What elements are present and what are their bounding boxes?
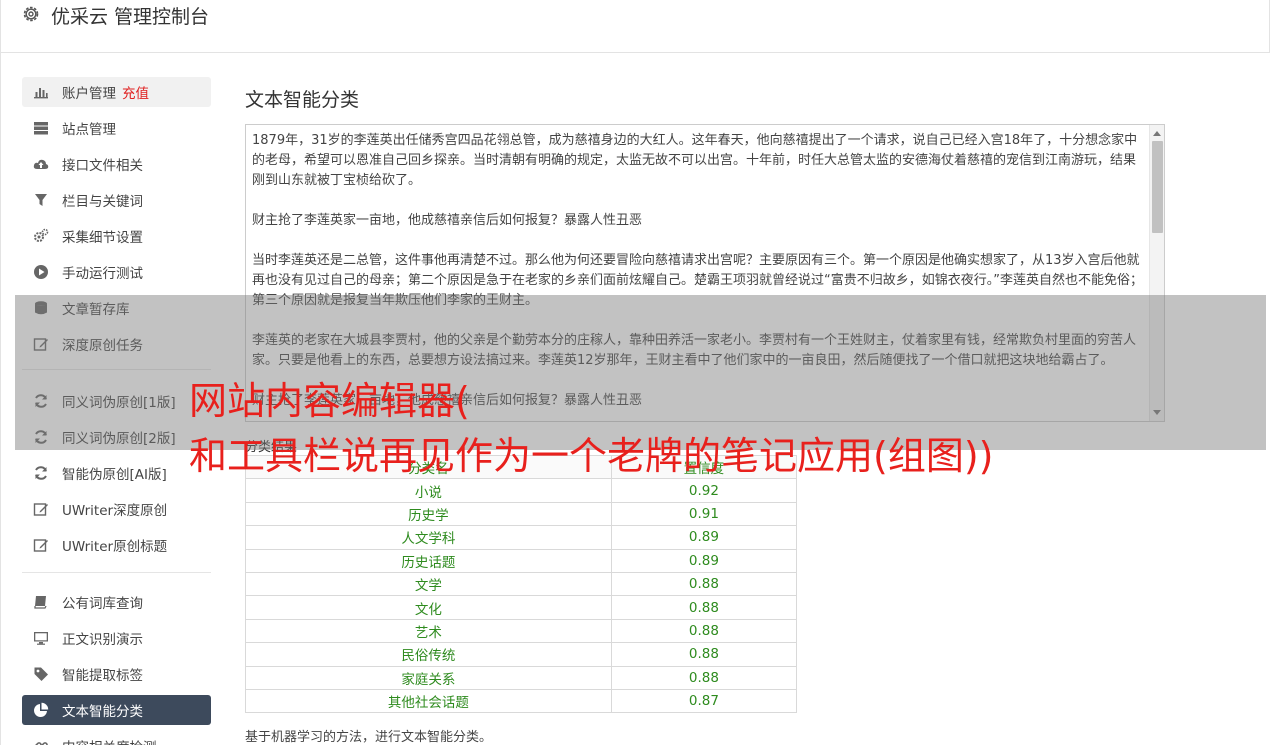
sidebar-item-label: 内容相关度检测 (62, 736, 157, 745)
sidebar-item-label: 智能提取标签 (62, 668, 143, 684)
sidebar-divider (22, 572, 211, 573)
desktop-icon (32, 629, 50, 647)
bar-chart-icon (32, 83, 50, 101)
category-cell: 历史话题 (245, 548, 612, 573)
table-row: 艺术 0.88 (245, 618, 798, 644)
category-cell: 民俗传统 (245, 642, 612, 667)
method-note: 基于机器学习的方法，进行文本智能分类。 (245, 730, 493, 745)
sidebar-item-body-recognition[interactable]: 正文识别演示 (22, 623, 211, 653)
page-title: 文本智能分类 (245, 89, 360, 111)
headline-line-1: 网站内容编辑器( (189, 379, 470, 423)
sidebar-item-uwriter-deep[interactable]: UWriter深度原创 (22, 494, 211, 524)
confidence-cell: 0.88 (610, 618, 798, 644)
sidebar-item-label: 正文识别演示 (62, 632, 143, 648)
category-cell: 历史学 (245, 501, 612, 527)
sidebar-item-label: 站点管理 (62, 122, 116, 138)
confidence-cell: 0.88 (610, 571, 798, 597)
sidebar-item-ai-rewrite[interactable]: 智能伪原创[AI版] (22, 458, 211, 488)
table-row: 历史学 0.91 (245, 501, 798, 527)
sidebar-item-manual-run[interactable]: 手动运行测试 (22, 257, 211, 287)
sidebar-item-label: 接口文件相关 (62, 158, 143, 174)
table-row: 其他社会话题 0.87 (245, 688, 798, 714)
console-title: 优采云 管理控制台 (51, 6, 210, 28)
text-paragraph: 1879年，31岁的李莲英出任储秀宫四品花翎总管，成为慈禧身边的大红人。这年春天… (252, 133, 1138, 188)
category-cell: 家庭关系 (245, 665, 612, 690)
sidebar-item-sites[interactable]: 站点管理 (22, 113, 211, 143)
category-cell: 文学 (245, 571, 612, 597)
text-paragraph: 财主抢了李莲英家一亩地，他成慈禧亲信后如何报复？暴露人性丑恶 (252, 213, 643, 228)
top-header: 优采云 管理控制台 (0, 0, 1270, 53)
category-cell: 人文学科 (245, 525, 612, 550)
confidence-cell: 0.88 (610, 595, 798, 620)
sidebar-item-label: UWriter原创标题 (62, 539, 168, 555)
refresh-icon (32, 464, 50, 482)
table-row: 文学 0.88 (245, 571, 798, 597)
confidence-cell: 0.87 (610, 688, 798, 714)
sidebar-item-label: 文本智能分类 (62, 704, 143, 720)
sidebar-item-label: 采集细节设置 (62, 230, 143, 246)
overlay-headline: 网站内容编辑器( 和工具栏说再见作为一个老牌的笔记应用(组图)) (189, 374, 1269, 484)
table-row: 人文学科 0.89 (245, 525, 798, 550)
confidence-cell: 0.88 (610, 665, 798, 690)
table-row: 文化 0.88 (245, 595, 798, 620)
confidence-cell: 0.91 (610, 501, 798, 527)
table-row: 民俗传统 0.88 (245, 642, 798, 667)
category-cell: 艺术 (245, 618, 612, 644)
confidence-cell: 0.89 (610, 525, 798, 550)
gears-icon (32, 227, 50, 245)
sidebar-item-relevance-check[interactable]: 内容相关度检测 (22, 731, 211, 745)
edit-icon (32, 500, 50, 518)
server-icon (32, 119, 50, 137)
confidence-cell: 0.88 (610, 642, 798, 667)
scroll-up-arrow-icon[interactable] (1153, 131, 1161, 136)
confidence-cell: 0.89 (610, 548, 798, 573)
sidebar-item-label: 公有词库查询 (62, 596, 143, 612)
filter-icon (32, 191, 50, 209)
sidebar-item-public-lexicon[interactable]: 公有词库查询 (22, 587, 211, 617)
table-row: 家庭关系 0.88 (245, 665, 798, 690)
sidebar-item-uwriter-title[interactable]: UWriter原创标题 (22, 530, 211, 560)
play-circle-icon (32, 263, 50, 281)
headline-line-2: 和工具栏说再见作为一个老牌的笔记应用(组图)) (189, 434, 994, 478)
classification-result-table: 分类名 置信度 小说 0.92 历史学 0.91 人文学科 0.89 历史话题 0.89 文学 0… (245, 454, 798, 714)
sidebar-item-label: 智能伪原创[AI版] (62, 467, 167, 483)
app-window: 优采云 管理控制台 账户管理 充值 站点管理 接口文件相关 栏目与关键词 采集细… (0, 0, 1280, 745)
category-cell: 文化 (245, 595, 612, 620)
sidebar-item-label: 栏目与关键词 (62, 194, 143, 210)
sidebar-item-collect-settings[interactable]: 采集细节设置 (22, 221, 211, 251)
sidebar-item-account[interactable]: 账户管理 充值 (22, 77, 211, 107)
gear-icon (23, 6, 39, 22)
table-row: 历史话题 0.89 (245, 548, 798, 573)
sidebar-item-label: 账户管理 (62, 86, 116, 102)
book-icon (32, 593, 50, 611)
sidebar-item-tag-extract[interactable]: 智能提取标签 (22, 659, 211, 689)
link-icon (32, 737, 50, 745)
sidebar-item-columns-keywords[interactable]: 栏目与关键词 (22, 185, 211, 215)
category-cell: 其他社会话题 (245, 688, 612, 714)
tag-icon (32, 665, 50, 683)
sidebar-item-label: UWriter深度原创 (62, 503, 168, 519)
sidebar-item-interface-files[interactable]: 接口文件相关 (22, 149, 211, 179)
cloud-upload-icon (32, 155, 50, 173)
sidebar-item-label: 手动运行测试 (62, 266, 143, 282)
scrollbar-thumb[interactable] (1152, 141, 1163, 233)
edit-icon (32, 536, 50, 554)
recharge-link[interactable]: 充值 (122, 82, 149, 102)
pie-chart-icon (32, 701, 50, 719)
sidebar-item-text-classify[interactable]: 文本智能分类 (22, 695, 211, 725)
